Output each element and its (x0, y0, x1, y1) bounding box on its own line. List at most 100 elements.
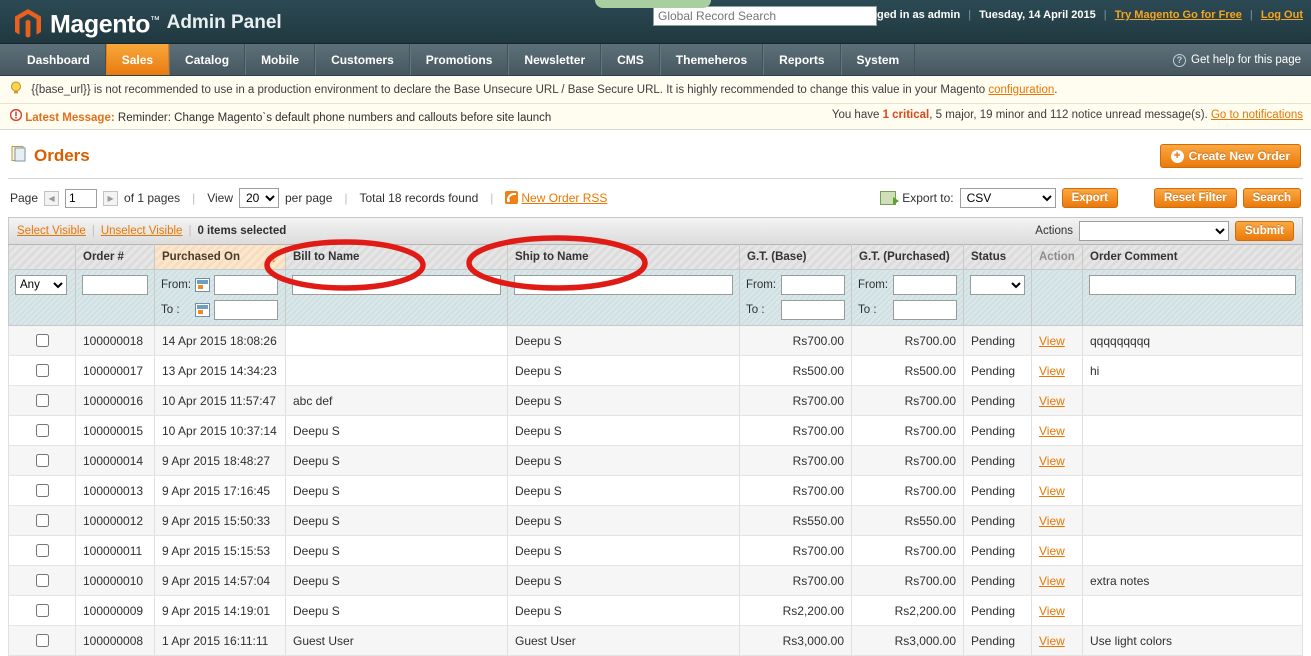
filter-purchased-to-input[interactable] (214, 300, 278, 320)
table-row[interactable]: 100000011 9 Apr 2015 15:15:53 Deepu S Deepu… (8, 535, 1303, 566)
calendar-icon[interactable] (195, 303, 210, 317)
filter-status-select[interactable] (970, 275, 1025, 295)
filter-gt-purchased-to-input[interactable] (893, 300, 957, 320)
row-checkbox-cell[interactable] (8, 625, 76, 656)
cell-action[interactable]: View (1031, 355, 1083, 386)
previous-page-button[interactable]: ◀ (44, 190, 60, 206)
row-checkbox-cell[interactable] (8, 355, 76, 386)
row-checkbox[interactable] (36, 394, 49, 407)
table-row[interactable]: 100000014 9 Apr 2015 18:48:27 Deepu S Deepu… (8, 445, 1303, 476)
table-row[interactable]: 100000016 10 Apr 2015 11:57:47 abc def Deep… (8, 385, 1303, 416)
row-checkbox-cell[interactable] (8, 535, 76, 566)
nav-item-cms[interactable]: CMS (601, 44, 660, 75)
nav-item-catalog[interactable]: Catalog (169, 44, 246, 75)
view-order-link[interactable]: View (1039, 514, 1065, 528)
actions-select[interactable] (1079, 221, 1230, 241)
table-row[interactable]: 100000010 9 Apr 2015 14:57:04 Deepu S Deepu… (8, 565, 1303, 596)
row-checkbox[interactable] (36, 484, 49, 497)
configuration-link[interactable]: configuration (988, 84, 1054, 96)
view-order-link[interactable]: View (1039, 574, 1065, 588)
row-checkbox-cell[interactable] (8, 385, 76, 416)
cell-action[interactable]: View (1031, 625, 1083, 656)
submit-button[interactable]: Submit (1235, 221, 1294, 241)
row-checkbox-cell[interactable] (8, 475, 76, 506)
cell-action[interactable]: View (1031, 505, 1083, 536)
cell-action[interactable]: View (1031, 535, 1083, 566)
view-order-link[interactable]: View (1039, 454, 1065, 468)
table-row[interactable]: 100000012 9 Apr 2015 15:50:33 Deepu S Deepu… (8, 505, 1303, 536)
view-order-link[interactable]: View (1039, 424, 1065, 438)
cell-action[interactable]: View (1031, 385, 1083, 416)
table-row[interactable]: 100000018 14 Apr 2015 18:08:26 Deepu S Rs70… (8, 325, 1303, 356)
filter-gt-purchased-from-input[interactable] (893, 275, 958, 295)
table-row[interactable]: 100000015 10 Apr 2015 10:37:14 Deepu S Deep… (8, 415, 1303, 446)
table-row[interactable]: 100000009 9 Apr 2015 14:19:01 Deepu S Deepu… (8, 595, 1303, 626)
nav-item-promotions[interactable]: Promotions (409, 44, 509, 75)
unselect-visible-link[interactable]: Unselect Visible (101, 225, 183, 237)
column-header-order-comment[interactable]: Order Comment (1082, 244, 1303, 270)
nav-item-dashboard[interactable]: Dashboard (12, 44, 106, 75)
cell-action[interactable]: View (1031, 415, 1083, 446)
row-checkbox-cell[interactable] (8, 595, 76, 626)
create-new-order-button[interactable]: + Create New Order (1159, 144, 1301, 168)
row-checkbox[interactable] (36, 364, 49, 377)
go-to-notifications-link[interactable]: Go to notifications (1211, 109, 1303, 121)
view-order-link[interactable]: View (1039, 394, 1065, 408)
table-row[interactable]: 100000008 1 Apr 2015 16:11:11 Guest User Gu… (8, 625, 1303, 656)
column-header-order-id[interactable]: Order # (75, 244, 155, 270)
reset-filter-button[interactable]: Reset Filter (1154, 188, 1237, 208)
cell-action[interactable]: View (1031, 445, 1083, 476)
nav-item-mobile[interactable]: Mobile (245, 44, 316, 75)
filter-gt-base-from-input[interactable] (781, 275, 846, 295)
cell-action[interactable]: View (1031, 475, 1083, 506)
row-checkbox[interactable] (36, 424, 49, 437)
get-help-link[interactable]: ? Get help for this page (1173, 44, 1301, 76)
row-checkbox-cell[interactable] (8, 445, 76, 476)
table-row[interactable]: 100000013 9 Apr 2015 17:16:45 Deepu S Deepu… (8, 475, 1303, 506)
filter-gt-base-to-input[interactable] (781, 300, 845, 320)
select-visible-link[interactable]: Select Visible (17, 225, 86, 237)
filter-purchased-from-input[interactable] (214, 275, 278, 295)
export-button[interactable]: Export (1061, 188, 1118, 208)
row-checkbox[interactable] (36, 334, 49, 347)
cell-action[interactable]: View (1031, 325, 1083, 356)
view-order-link[interactable]: View (1039, 484, 1065, 498)
filter-bill-to-name-input[interactable] (292, 275, 501, 295)
column-header-gt-base[interactable]: G.T. (Base) (739, 244, 852, 270)
filter-order-comment-input[interactable] (1089, 275, 1296, 295)
row-checkbox[interactable] (36, 544, 49, 557)
page-number-input[interactable] (65, 188, 98, 208)
nav-item-reports[interactable]: Reports (763, 44, 841, 75)
row-checkbox[interactable] (36, 634, 49, 647)
filter-any-select[interactable]: Any (15, 275, 67, 295)
nav-item-sales[interactable]: Sales (105, 44, 170, 75)
calendar-icon[interactable] (195, 278, 210, 292)
view-order-link[interactable]: View (1039, 334, 1065, 348)
column-header-status[interactable]: Status (963, 244, 1032, 270)
nav-item-themeheros[interactable]: Themeheros (659, 44, 764, 75)
column-header-bill-to-name[interactable]: Bill to Name (285, 244, 508, 270)
new-order-rss-link[interactable]: New Order RSS (521, 191, 607, 205)
row-checkbox[interactable] (36, 454, 49, 467)
column-header-purchased-on[interactable]: Purchased On ↓ (154, 244, 286, 270)
logout-link[interactable]: Log Out (1261, 9, 1303, 21)
column-header-checkbox[interactable] (8, 244, 76, 270)
next-page-button[interactable]: ▶ (103, 190, 119, 206)
row-checkbox-cell[interactable] (8, 565, 76, 596)
view-order-link[interactable]: View (1039, 544, 1065, 558)
filter-ship-to-name-input[interactable] (514, 275, 733, 295)
cell-action[interactable]: View (1031, 565, 1083, 596)
row-checkbox-cell[interactable] (8, 415, 76, 446)
nav-item-newsletter[interactable]: Newsletter (508, 44, 602, 75)
nav-item-customers[interactable]: Customers (315, 44, 410, 75)
export-format-select[interactable]: CSV (959, 188, 1056, 208)
search-button[interactable]: Search (1242, 188, 1301, 208)
cell-action[interactable]: View (1031, 595, 1083, 626)
row-checkbox[interactable] (36, 514, 49, 527)
filter-order-id-input[interactable] (82, 275, 148, 295)
row-checkbox[interactable] (36, 574, 49, 587)
try-magento-go-link[interactable]: Try Magento Go for Free (1115, 9, 1242, 21)
row-checkbox-cell[interactable] (8, 505, 76, 536)
view-order-link[interactable]: View (1039, 634, 1065, 648)
column-header-gt-purchased[interactable]: G.T. (Purchased) (851, 244, 964, 270)
